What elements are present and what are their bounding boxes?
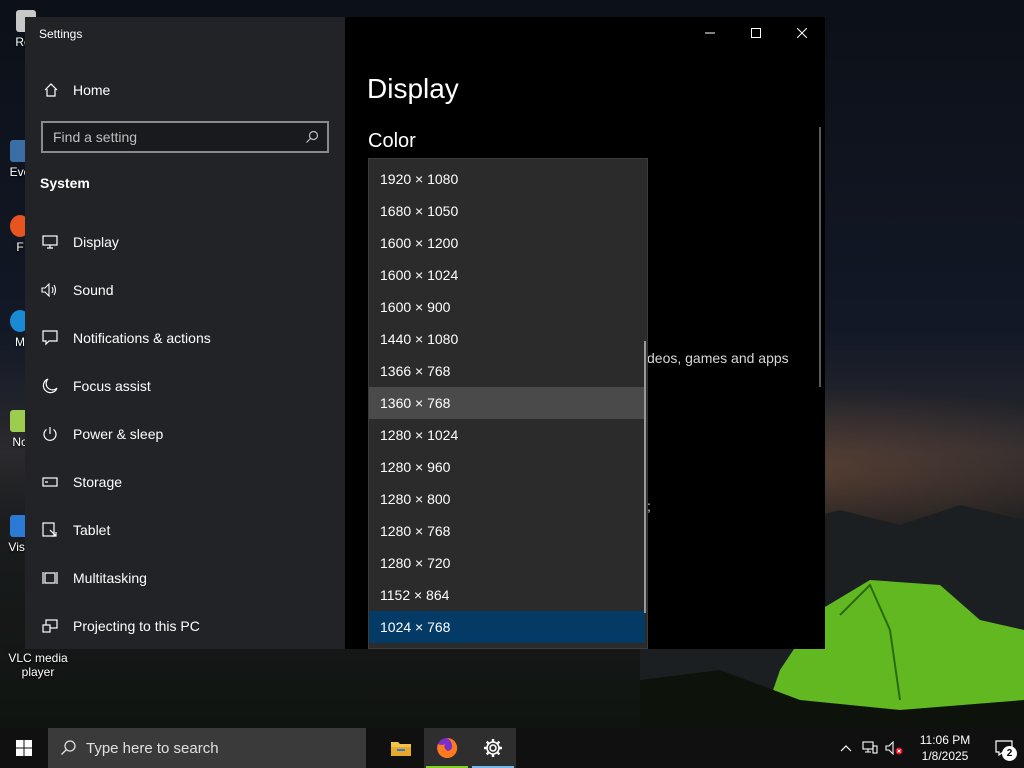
sidebar-item-focus-assist[interactable]: Focus assist	[25, 362, 345, 410]
resolution-option[interactable]: 1600 × 900	[369, 291, 645, 323]
settings-sidebar: Settings Home System Display	[25, 17, 345, 649]
volume-muted-icon	[885, 741, 903, 755]
sidebar-item-label: Tablet	[73, 522, 111, 538]
taskbar-file-explorer[interactable]	[378, 728, 424, 768]
tray-overflow-button[interactable]	[834, 728, 858, 768]
sidebar-item-display[interactable]: Display	[25, 218, 345, 266]
firefox-icon	[437, 737, 458, 758]
search-icon	[61, 740, 76, 755]
notifications-icon	[41, 329, 59, 347]
chevron-up-icon	[840, 745, 852, 752]
close-icon	[797, 28, 807, 38]
system-nav-list: Display Sound Notifications & actions Fo…	[25, 218, 345, 649]
taskbar: Type here to search 11:06 PM 1/8/2025 2	[0, 728, 1024, 768]
resolution-options: 1920 × 1080 1680 × 1050 1600 × 1200 1600 × …	[369, 163, 645, 643]
resolution-option[interactable]: 1920 × 1080	[369, 163, 645, 195]
network-icon	[862, 741, 878, 754]
section-heading-system: System	[40, 175, 90, 191]
sound-icon	[41, 281, 59, 299]
settings-window: Settings Home System Display	[25, 17, 825, 649]
resolution-option[interactable]: 1024 × 768	[369, 611, 645, 643]
resolution-dropdown-list[interactable]: 1920 × 1080 1680 × 1050 1600 × 1200 1600 × …	[368, 158, 648, 649]
sidebar-item-label: Sound	[73, 282, 114, 298]
background-setting-text: deos, games and apps	[647, 350, 789, 366]
resolution-option[interactable]: 1280 × 960	[369, 451, 645, 483]
window-title: Settings	[39, 27, 83, 41]
sidebar-item-label: Focus assist	[73, 378, 151, 394]
minimize-button[interactable]	[687, 17, 733, 49]
sidebar-item-storage[interactable]: Storage	[25, 458, 345, 506]
sidebar-item-notifications[interactable]: Notifications & actions	[25, 314, 345, 362]
settings-content: Display Color deos, games and apps ; \ 1…	[345, 17, 825, 649]
sidebar-item-sound[interactable]: Sound	[25, 266, 345, 314]
resolution-option[interactable]: 1366 × 768	[369, 355, 645, 387]
taskbar-settings[interactable]	[470, 728, 516, 768]
action-center-button[interactable]: 2	[984, 728, 1024, 768]
system-tray: 11:06 PM 1/8/2025 2	[834, 728, 1024, 768]
home-label: Home	[73, 82, 111, 98]
sidebar-item-label: Power & sleep	[73, 426, 164, 442]
taskbar-search-box[interactable]: Type here to search	[48, 728, 366, 768]
sidebar-item-label: Projecting to this PC	[73, 618, 200, 634]
taskbar-clock[interactable]: 11:06 PM 1/8/2025	[906, 732, 984, 764]
sidebar-item-label: Notifications & actions	[73, 330, 211, 346]
clock-date: 1/8/2025	[921, 749, 969, 763]
resolution-option[interactable]: 1280 × 1024	[369, 419, 645, 451]
resolution-option[interactable]: 1600 × 1200	[369, 227, 645, 259]
moon-icon	[41, 377, 59, 395]
resolution-option[interactable]: 1600 × 1024	[369, 259, 645, 291]
content-scrollbar[interactable]	[819, 127, 821, 387]
sidebar-item-label: Multitasking	[73, 570, 147, 586]
power-icon	[41, 425, 59, 443]
display-icon	[41, 233, 59, 251]
minimize-icon	[705, 32, 715, 34]
window-caption-buttons	[687, 17, 825, 49]
sidebar-item-projecting[interactable]: Projecting to this PC	[25, 602, 345, 649]
desktop-icon-label: F	[16, 240, 24, 254]
sidebar-item-multitasking[interactable]: Multitasking	[25, 554, 345, 602]
maximize-icon	[751, 28, 761, 38]
storage-icon	[41, 473, 59, 491]
resolution-option[interactable]: 1280 × 800	[369, 483, 645, 515]
resolution-option[interactable]: 1360 × 768	[369, 387, 645, 419]
gear-icon	[484, 739, 502, 757]
desktop-icon-label: M	[15, 335, 25, 349]
projecting-icon	[41, 617, 59, 635]
resolution-option[interactable]: 1280 × 768	[369, 515, 645, 547]
search-icon[interactable]	[305, 130, 319, 144]
home-icon	[44, 83, 58, 97]
settings-search-input[interactable]	[53, 129, 293, 145]
dropdown-scrollbar[interactable]	[644, 341, 646, 613]
taskbar-search-placeholder: Type here to search	[86, 739, 219, 757]
sidebar-item-label: Display	[73, 234, 119, 250]
page-title: Display	[367, 73, 459, 104]
start-button[interactable]	[0, 728, 48, 768]
taskbar-firefox[interactable]	[424, 728, 470, 768]
sidebar-item-power-sleep[interactable]: Power & sleep	[25, 410, 345, 458]
sidebar-item-tablet[interactable]: Tablet	[25, 506, 345, 554]
folder-icon	[391, 742, 411, 756]
settings-search-box[interactable]	[41, 121, 329, 153]
resolution-option[interactable]: 1280 × 720	[369, 547, 645, 579]
resolution-option[interactable]: 1680 × 1050	[369, 195, 645, 227]
desktop-icon-label: VLC media player	[8, 651, 68, 679]
tray-network[interactable]	[858, 728, 882, 768]
tray-volume[interactable]	[882, 728, 906, 768]
home-nav-item[interactable]: Home	[25, 73, 345, 107]
tablet-icon	[41, 521, 59, 539]
section-title-color: Color	[368, 130, 416, 152]
multitasking-icon	[41, 569, 59, 587]
maximize-button[interactable]	[733, 17, 779, 49]
resolution-option[interactable]: 1152 × 864	[369, 579, 645, 611]
windows-logo-icon	[16, 740, 32, 756]
resolution-option[interactable]: 1440 × 1080	[369, 323, 645, 355]
close-button[interactable]	[779, 17, 825, 49]
clock-time: 11:06 PM	[919, 733, 971, 747]
notification-count-badge: 2	[1002, 746, 1017, 761]
sidebar-item-label: Storage	[73, 474, 123, 490]
